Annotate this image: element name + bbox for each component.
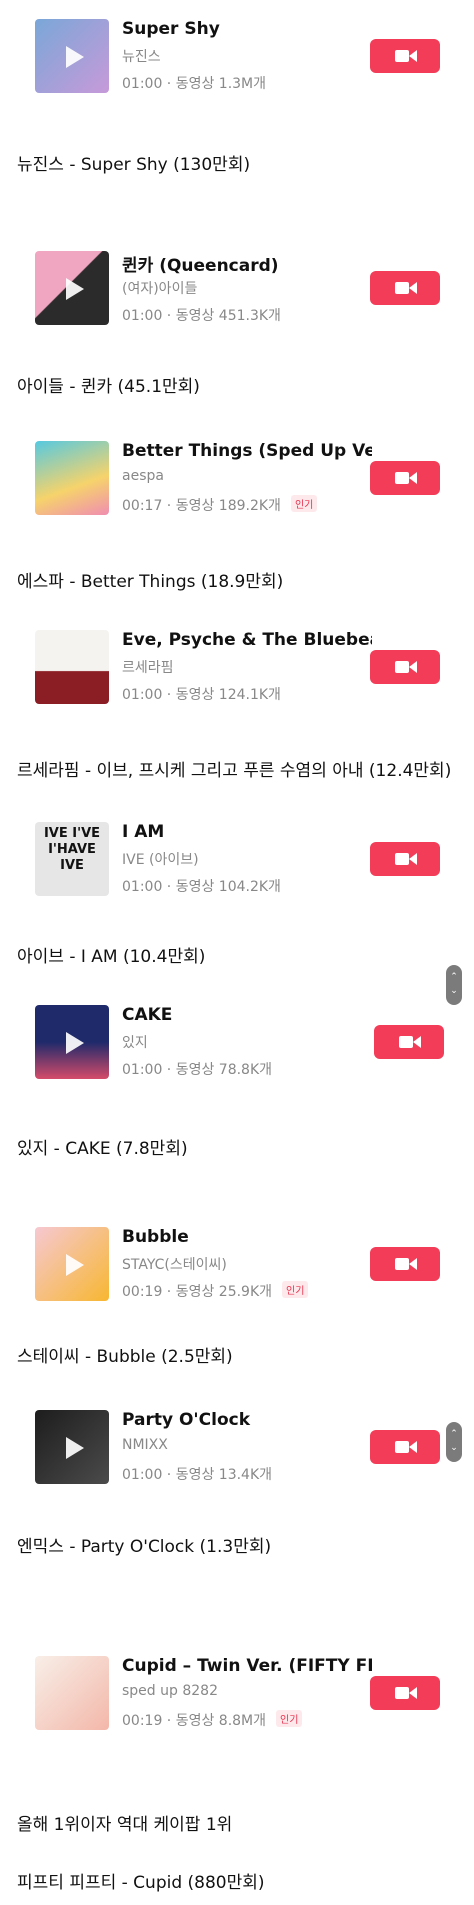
album-thumbnail[interactable] xyxy=(35,1656,109,1730)
album-thumbnail[interactable] xyxy=(35,1227,109,1301)
song-title: Cupid – Twin Ver. (FIFTY FI... xyxy=(122,1656,372,1676)
video-camera-icon xyxy=(395,1258,417,1270)
song-artist: NMIXX xyxy=(122,1437,168,1453)
song-title: Better Things (Sped Up Ver... xyxy=(122,441,372,461)
highlight-caption: 올해 1위이자 역대 케이팝 1위 xyxy=(17,1815,233,1835)
song-meta: 01:00 · 동영상 78.8K개 xyxy=(122,1062,273,1078)
song-caption: 아이들 - 퀸카 (45.1만회) xyxy=(17,377,200,397)
song-title: CAKE xyxy=(122,1005,173,1025)
popular-badge: 인기 xyxy=(276,1710,303,1727)
song-artist: IVE (아이브) xyxy=(122,852,199,868)
song-artist: 뉴진스 xyxy=(122,49,161,65)
song-title: Party O'Clock xyxy=(122,1410,251,1430)
video-camera-icon xyxy=(395,282,417,294)
song-title: Bubble xyxy=(122,1227,189,1247)
song-caption: 아이브 - I AM (10.4만회) xyxy=(17,947,206,967)
song-caption: 피프티 피프티 - Cupid (880만회) xyxy=(17,1873,265,1893)
album-thumbnail[interactable] xyxy=(35,19,109,93)
video-camera-icon xyxy=(399,1036,421,1048)
song-meta: 00:19 · 동영상 8.8M개 인기 xyxy=(122,1710,303,1730)
song-card[interactable]: CAKE 있지 01:00 · 동영상 78.8K개 xyxy=(0,1005,474,1081)
song-title: 퀸카 (Queencard) xyxy=(122,256,279,276)
song-card[interactable]: Eve, Psyche & The Bluebea... 르세라핌 01:00 … xyxy=(0,630,474,706)
video-button[interactable] xyxy=(370,461,440,495)
video-button[interactable] xyxy=(370,650,440,684)
play-icon xyxy=(66,1437,84,1459)
song-caption: 있지 - CAKE (7.8만회) xyxy=(17,1139,188,1159)
song-artist: sped up 8282 xyxy=(122,1683,218,1699)
song-artist: STAYC(스테이씨) xyxy=(122,1257,227,1273)
video-camera-icon xyxy=(395,661,417,673)
song-title: I AM xyxy=(122,822,165,842)
song-caption: 르세라핌 - 이브, 프시케 그리고 푸른 수염의 아내 (12.4만회) xyxy=(17,761,452,781)
video-button[interactable] xyxy=(370,39,440,73)
video-button[interactable] xyxy=(370,271,440,305)
song-meta: 01:00 · 동영상 104.2K개 xyxy=(122,879,281,895)
song-meta: 01:00 · 동영상 13.4K개 xyxy=(122,1467,273,1483)
song-caption: 엔믹스 - Party O'Clock (1.3만회) xyxy=(17,1537,272,1557)
album-thumbnail[interactable] xyxy=(35,251,109,325)
song-artist: (여자)아이들 xyxy=(122,281,198,297)
song-card[interactable]: Bubble STAYC(스테이씨) 00:19 · 동영상 25.9K개 인기 xyxy=(0,1227,474,1303)
play-icon xyxy=(66,1254,84,1276)
song-artist: 르세라핌 xyxy=(122,660,174,676)
song-title: Eve, Psyche & The Bluebea... xyxy=(122,630,372,650)
play-icon xyxy=(66,46,84,68)
video-camera-icon xyxy=(395,853,417,865)
video-button[interactable] xyxy=(370,1430,440,1464)
scroll-handle[interactable]: ⌃ ⌄ xyxy=(446,965,462,1005)
song-meta: 01:00 · 동영상 1.3M개 xyxy=(122,76,267,92)
song-caption: 스테이씨 - Bubble (2.5만회) xyxy=(17,1347,233,1367)
popular-badge: 인기 xyxy=(282,1281,309,1298)
play-icon xyxy=(66,1032,84,1054)
album-thumbnail[interactable] xyxy=(35,630,109,704)
video-camera-icon xyxy=(395,1687,417,1699)
song-meta: 00:19 · 동영상 25.9K개 인기 xyxy=(122,1281,309,1301)
video-button[interactable] xyxy=(370,1247,440,1281)
song-card[interactable]: IVE I'VE I'HAVE IVE I AM IVE (아이브) 01:00… xyxy=(0,822,474,898)
video-button[interactable] xyxy=(374,1025,444,1059)
song-card[interactable]: 퀸카 (Queencard) (여자)아이들 01:00 · 동영상 451.3… xyxy=(0,251,474,327)
popular-badge: 인기 xyxy=(290,495,318,512)
album-thumbnail[interactable] xyxy=(35,1005,109,1079)
song-card[interactable]: Cupid – Twin Ver. (FIFTY FI... sped up 8… xyxy=(0,1656,474,1732)
song-caption: 에스파 - Better Things (18.9만회) xyxy=(17,572,284,592)
scroll-handle[interactable]: ⌃ ⌄ xyxy=(446,1422,462,1462)
album-art-text: IVE I'VE I'HAVE IVE xyxy=(43,826,101,873)
album-thumbnail[interactable]: IVE I'VE I'HAVE IVE xyxy=(35,822,109,896)
song-card[interactable]: Super Shy 뉴진스 01:00 · 동영상 1.3M개 xyxy=(0,19,474,95)
song-meta: 00:17 · 동영상 189.2K개 인기 xyxy=(122,495,318,515)
song-caption: 뉴진스 - Super Shy (130만회) xyxy=(17,155,251,175)
song-card[interactable]: Party O'Clock NMIXX 01:00 · 동영상 13.4K개 xyxy=(0,1410,474,1486)
video-button[interactable] xyxy=(370,842,440,876)
song-card[interactable]: Better Things (Sped Up Ver... aespa 00:1… xyxy=(0,441,474,517)
video-camera-icon xyxy=(395,1441,417,1453)
song-artist: aespa xyxy=(122,468,164,484)
song-artist: 있지 xyxy=(122,1035,148,1051)
video-camera-icon xyxy=(395,472,417,484)
play-icon xyxy=(66,278,84,300)
album-thumbnail[interactable] xyxy=(35,441,109,515)
video-camera-icon xyxy=(395,50,417,62)
song-meta: 01:00 · 동영상 124.1K개 xyxy=(122,687,281,703)
album-thumbnail[interactable] xyxy=(35,1410,109,1484)
song-title: Super Shy xyxy=(122,19,220,39)
song-meta: 01:00 · 동영상 451.3K개 xyxy=(122,308,281,324)
video-button[interactable] xyxy=(370,1676,440,1710)
